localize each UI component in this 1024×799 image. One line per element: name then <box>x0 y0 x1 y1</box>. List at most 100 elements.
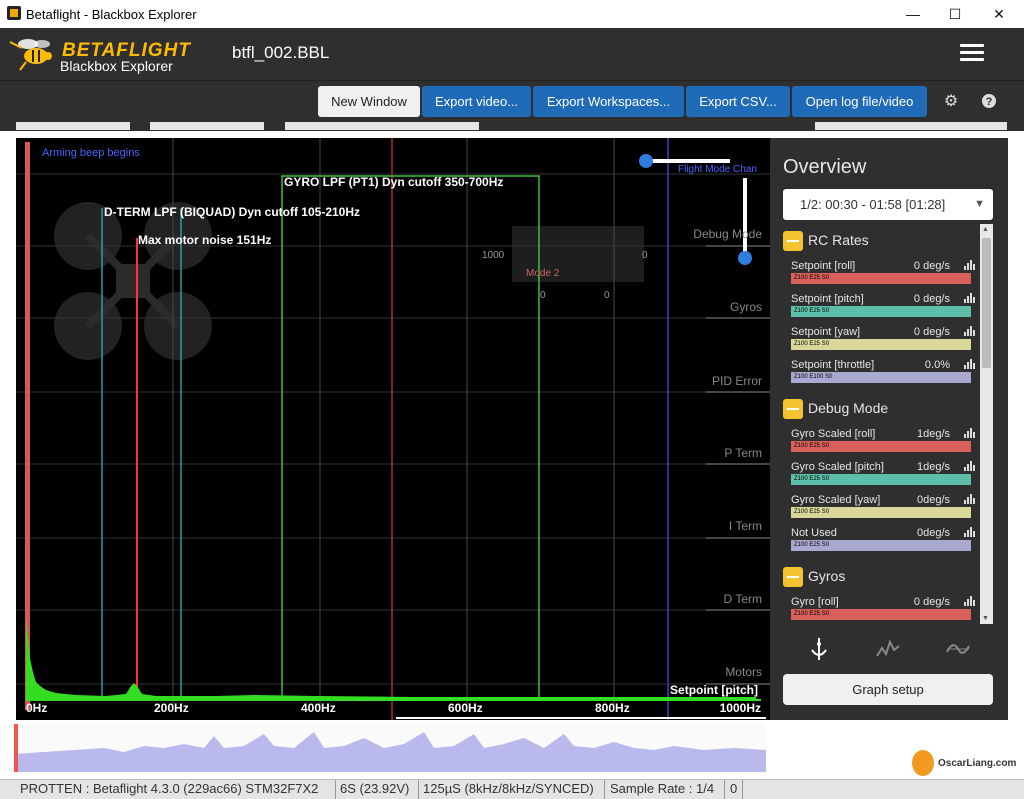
export-csv-button[interactable]: Export CSV... <box>686 86 790 117</box>
svg-text:?: ? <box>986 96 993 108</box>
legend-row[interactable]: Gyro Scaled [roll] 1deg/s Z100 E25 S0 <box>788 428 978 458</box>
legend-row-value: 0deg/s <box>916 527 950 539</box>
status-separator <box>418 780 419 799</box>
legend-row-name: Gyro Scaled [roll] <box>791 428 876 440</box>
legend-group[interactable]: RC Rates <box>783 230 983 252</box>
seekbar-position-marker[interactable] <box>14 724 18 772</box>
scroll-up-icon[interactable]: ▲ <box>982 226 989 233</box>
legend-row-name: Setpoint [throttle] <box>791 359 875 371</box>
legend-row-name: Gyro [roll] <box>791 596 839 608</box>
legend-list[interactable]: RC Rates Setpoint [roll] 0 deg/s Z100 E25 S… <box>780 226 993 624</box>
dterm-lpf-label: D-TERM LPF (BIQUAD) Dyn cutoff 105-210Hz <box>104 205 360 219</box>
arming-marker <box>25 142 30 710</box>
legend-row-name: Setpoint [roll] <box>791 260 856 272</box>
legend-row[interactable]: Setpoint [throttle] 0.0% Z100 E100 S0 <box>788 359 978 389</box>
overview-title: Overview <box>783 156 867 178</box>
app-icon <box>7 6 21 20</box>
legend-row[interactable]: Gyro Scaled [yaw] 0deg/s Z100 E25 S0 <box>788 494 978 524</box>
status-separator <box>335 780 336 799</box>
status-separator <box>604 780 605 799</box>
view-mode-icons <box>770 636 1008 668</box>
d-term-axis-label: D Term <box>724 592 762 606</box>
graph-view-icon[interactable] <box>874 636 902 664</box>
legend-row-scale-bar[interactable]: Z100 E100 S0 <box>791 372 971 383</box>
chart-bars-icon[interactable] <box>964 260 976 272</box>
hidden-subtoolbar <box>0 122 1024 130</box>
chart-bars-icon[interactable] <box>964 428 976 440</box>
seekbar-waveform <box>14 732 766 772</box>
legend-group[interactable]: Debug Mode <box>783 398 983 420</box>
i-term-axis-label: I Term <box>729 519 762 533</box>
chevron-down-icon: ▼ <box>974 198 985 210</box>
export-workspaces-button[interactable]: Export Workspaces... <box>533 86 684 117</box>
status-sample-rate: Sample Rate : 1/4 <box>610 781 715 796</box>
status-looptime: 125µS (8kHz/8kHz/SYNCED) <box>423 781 594 796</box>
open-log-button[interactable]: Open log file/video <box>792 86 927 117</box>
collapse-toggle-icon[interactable] <box>783 567 803 587</box>
seek-bar[interactable] <box>14 724 766 772</box>
status-separator <box>742 780 743 799</box>
stick-label-0c: 0 <box>642 250 648 261</box>
window-titlebar: Betaflight - Blackbox Explorer — ☐ ✕ <box>0 0 1024 28</box>
close-button[interactable]: ✕ <box>984 4 1014 24</box>
status-bar: PROTTEN : Betaflight 4.3.0 (229ac66) STM… <box>0 779 1024 799</box>
gyros-axis-label: Gyros <box>730 300 762 314</box>
collapse-toggle-icon[interactable] <box>783 399 803 419</box>
legend-row-value: 0deg/s <box>916 494 950 506</box>
log-range-select[interactable]: 1/2: 00:30 - 01:58 [01:28] ▼ <box>783 189 993 220</box>
legend-row[interactable]: Setpoint [roll] 0 deg/s Z100 E25 S0 <box>788 260 978 290</box>
legend-row-value: 1deg/s <box>916 428 950 440</box>
chart-bars-icon[interactable] <box>964 359 976 371</box>
chart-bars-icon[interactable] <box>964 326 976 338</box>
legend-row-name: Setpoint [yaw] <box>791 326 861 338</box>
legend-row-value: 0 deg/s <box>913 260 950 272</box>
watermark-text: OscarLiang.com <box>938 758 1017 769</box>
legend-row-name: Setpoint [pitch] <box>791 293 864 305</box>
chart-bars-icon[interactable] <box>964 461 976 473</box>
status-battery: 6S (23.92V) <box>340 781 410 796</box>
stick-label-1000: 1000 <box>482 250 505 261</box>
legend-row[interactable]: Gyro [roll] 0 deg/s Z100 E25 S0 <box>788 596 978 624</box>
legend-scroll-thumb[interactable] <box>982 238 991 368</box>
legend-row-scale-bar[interactable]: Z100 E25 S0 <box>791 273 971 284</box>
help-icon[interactable]: ? <box>980 93 998 111</box>
chart-bars-icon[interactable] <box>964 527 976 539</box>
legend-row-scale-bar[interactable]: Z100 E25 S0 <box>791 474 971 485</box>
legend-row-scale-bar[interactable]: Z100 E25 S0 <box>791 540 971 551</box>
chart-bars-icon[interactable] <box>964 596 976 608</box>
maximize-button[interactable]: ☐ <box>940 4 970 24</box>
log-file-name: btfl_002.BBL <box>232 43 330 62</box>
motors-axis-label: Motors <box>725 665 762 679</box>
spectrum-graph[interactable]: GYRO LPF (PT1) Dyn cutoff 350-700Hz D-TE… <box>16 138 770 720</box>
export-video-button[interactable]: Export video... <box>422 86 531 117</box>
legend-row-scale-bar[interactable]: Z100 E25 S0 <box>791 339 971 350</box>
legend-row[interactable]: Not Used 0deg/s Z100 E25 S0 <box>788 527 978 557</box>
legend-row-scale-bar[interactable]: Z100 E25 S0 <box>791 306 971 317</box>
legend-row[interactable]: Gyro Scaled [pitch] 1deg/s Z100 E25 S0 <box>788 461 978 491</box>
minimize-button[interactable]: — <box>898 4 928 24</box>
chart-bars-icon[interactable] <box>964 494 976 506</box>
legend-row[interactable]: Setpoint [yaw] 0 deg/s Z100 E25 S0 <box>788 326 978 356</box>
stick-label-0a: 0 <box>540 290 546 301</box>
collapse-toggle-icon[interactable] <box>783 231 803 251</box>
status-device: PROTTEN : Betaflight 4.3.0 (229ac66) STM… <box>20 781 319 796</box>
gear-icon[interactable]: ⚙ <box>942 93 960 111</box>
legend-row-scale-bar[interactable]: Z100 E25 S0 <box>791 609 971 620</box>
legend-group[interactable]: Gyros <box>783 566 983 588</box>
new-window-button[interactable]: New Window <box>318 86 420 117</box>
chart-bars-icon[interactable] <box>964 293 976 305</box>
legend-row-scale-bar[interactable]: Z100 E25 S0 <box>791 507 971 518</box>
x-tick-0: 0Hz <box>26 701 47 715</box>
debug-mode-axis-label: Debug Mode <box>693 227 762 241</box>
legend-row[interactable]: Setpoint [pitch] 0 deg/s Z100 E25 S0 <box>788 293 978 323</box>
zoom-slider-handle[interactable] <box>639 154 653 168</box>
hamburger-menu-icon[interactable] <box>960 44 984 62</box>
legend-scrollbar[interactable]: ▲ ▼ <box>980 224 993 624</box>
lap-view-icon[interactable] <box>944 636 972 664</box>
flight-mode-label: Flight Mode Chan <box>678 164 757 175</box>
graph-setup-button[interactable]: Graph setup <box>783 674 993 705</box>
scroll-down-icon[interactable]: ▼ <box>982 615 989 622</box>
zoom-slider-vertical-handle[interactable] <box>738 251 752 265</box>
legend-row-scale-bar[interactable]: Z100 E25 S0 <box>791 441 971 452</box>
analyser-view-icon[interactable] <box>805 636 833 664</box>
